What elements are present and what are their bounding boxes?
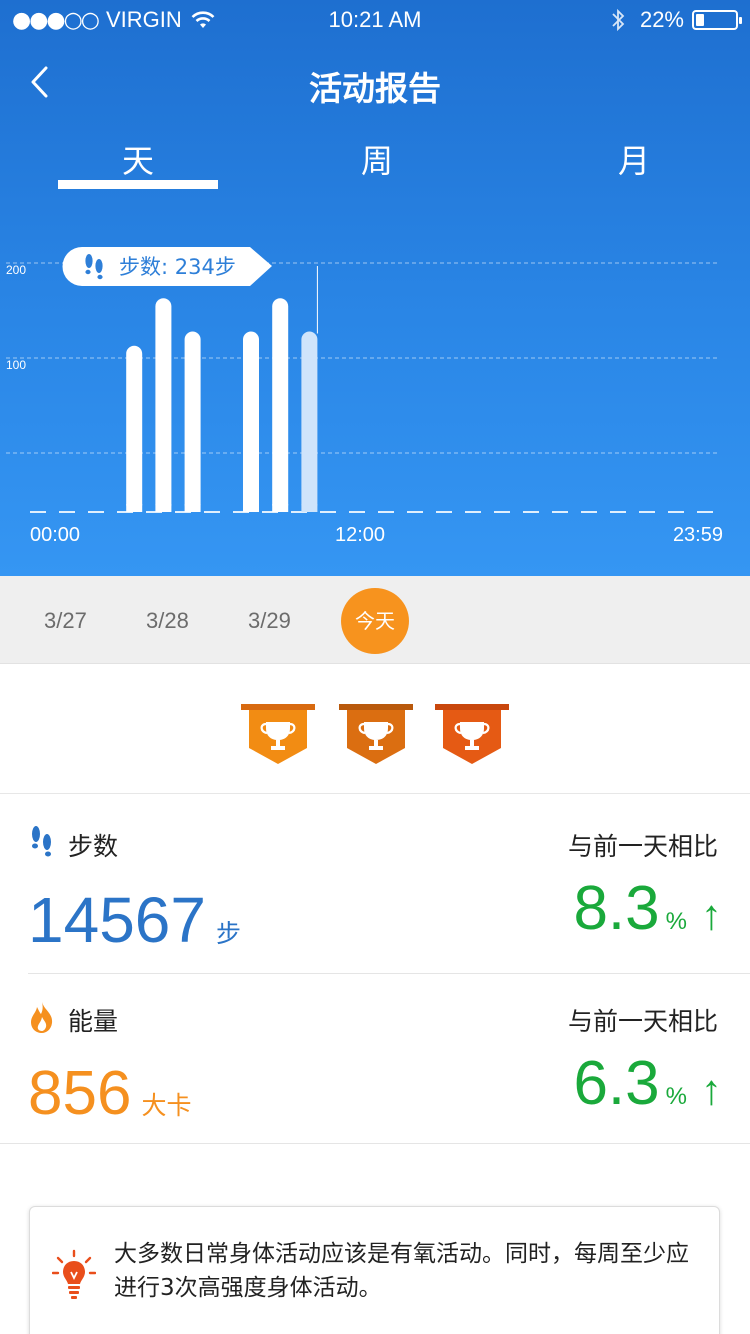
chart-bar xyxy=(126,345,143,512)
steps-compare-label: 与前一天相比 xyxy=(567,832,718,861)
energy-change: 6.3 % ↑ xyxy=(573,1048,722,1119)
active-tab-indicator xyxy=(58,180,218,189)
battery-icon xyxy=(692,10,742,30)
steps-unit: 步 xyxy=(215,919,241,948)
y-tick-label: 100 xyxy=(6,358,26,372)
tip-card: 大多数日常身体活动应该是有氧活动。同时，每周至少应进行3次高强度身体活动。 xyxy=(29,1206,720,1334)
steps-stat: 步数 与前一天相比 14567 步 8.3 % ↑ xyxy=(0,795,750,973)
energy-change-value: 6.3 xyxy=(573,1049,660,1118)
chart-bar-base xyxy=(272,504,289,512)
steps-change: 8.3 % ↑ xyxy=(573,873,722,944)
x-tick-label: 12:00 xyxy=(335,524,385,546)
steps-change-sign: % xyxy=(665,908,687,935)
tab-week[interactable]: 周 xyxy=(297,136,457,182)
chart-bar xyxy=(155,298,172,512)
energy-value: 856 大卡 xyxy=(28,1058,191,1129)
up-arrow-icon: ↑ xyxy=(701,1066,722,1113)
footprints-icon xyxy=(85,269,91,275)
energy-change-sign: % xyxy=(665,1083,687,1110)
chart-bar xyxy=(184,331,201,512)
energy-unit: 大卡 xyxy=(141,1091,192,1120)
date-selector: 3/27 3/28 3/29 今天 xyxy=(0,576,750,664)
chart-bar-base xyxy=(184,504,201,512)
steps-bar-chart: 100200300步数: 234步00:0012:0023:59 xyxy=(6,247,723,546)
date-item[interactable]: 3/27 xyxy=(44,608,87,634)
tooltip-text: 步数: 234步 xyxy=(119,255,236,279)
footprints-icon xyxy=(85,254,93,268)
chart-bar xyxy=(272,298,289,512)
chart-bar xyxy=(243,331,259,512)
footprints-icon xyxy=(32,826,51,857)
tab-month[interactable]: 月 xyxy=(554,136,714,182)
page-title: 活动报告 xyxy=(309,69,441,108)
chart-bar xyxy=(301,331,318,512)
tab-day[interactable]: 天 xyxy=(58,136,218,182)
energy-label: 能量 xyxy=(68,1007,119,1036)
status-right: 22% xyxy=(610,7,742,33)
up-arrow-icon: ↑ xyxy=(701,891,722,938)
trophy-badge-icon[interactable] xyxy=(241,704,315,766)
steps-number: 14567 xyxy=(28,884,206,956)
battery-level-fill xyxy=(696,14,704,26)
tip-text: 大多数日常身体活动应该是有氧活动。同时，每周至少应进行3次高强度身体活动。 xyxy=(114,1241,689,1301)
trophy-badge-icon[interactable] xyxy=(435,704,509,766)
date-item[interactable]: 3/28 xyxy=(146,608,189,634)
date-today-button[interactable]: 今天 xyxy=(341,588,409,654)
footprints-icon xyxy=(97,274,103,280)
divider xyxy=(0,1143,750,1144)
chart-bar-base xyxy=(301,504,318,512)
chart-bar-base xyxy=(126,504,143,512)
energy-stat: 能量 与前一天相比 856 大卡 6.3 % ↑ xyxy=(0,974,750,1144)
trophy-badge-icon[interactable] xyxy=(339,704,413,766)
battery-percent: 22% xyxy=(639,7,684,32)
energy-compare-label: 与前一天相比 xyxy=(567,1007,718,1036)
date-item[interactable]: 3/29 xyxy=(248,608,291,634)
chart-bar-base xyxy=(155,504,172,512)
flame-icon xyxy=(31,1002,53,1033)
y-tick-label: 200 xyxy=(6,263,26,277)
trophy-row xyxy=(0,664,750,794)
x-tick-label: 00:00 xyxy=(30,524,80,546)
lightbulb-icon xyxy=(52,1249,96,1299)
footprints-icon xyxy=(95,259,103,273)
steps-label: 步数 xyxy=(68,832,119,861)
x-tick-label: 23:59 xyxy=(673,524,723,546)
chart-bar-base xyxy=(243,504,259,512)
steps-value: 14567 步 xyxy=(28,883,241,957)
bluetooth-icon xyxy=(612,8,625,32)
status-bar: ●●●○○ VIRGIN 10:21 AM 22% xyxy=(0,0,750,40)
energy-number: 856 xyxy=(28,1059,132,1128)
steps-change-value: 8.3 xyxy=(573,874,660,943)
header-panel: ●●●○○ VIRGIN 10:21 AM 22% 活动报告 天 周 月 100… xyxy=(0,0,750,576)
